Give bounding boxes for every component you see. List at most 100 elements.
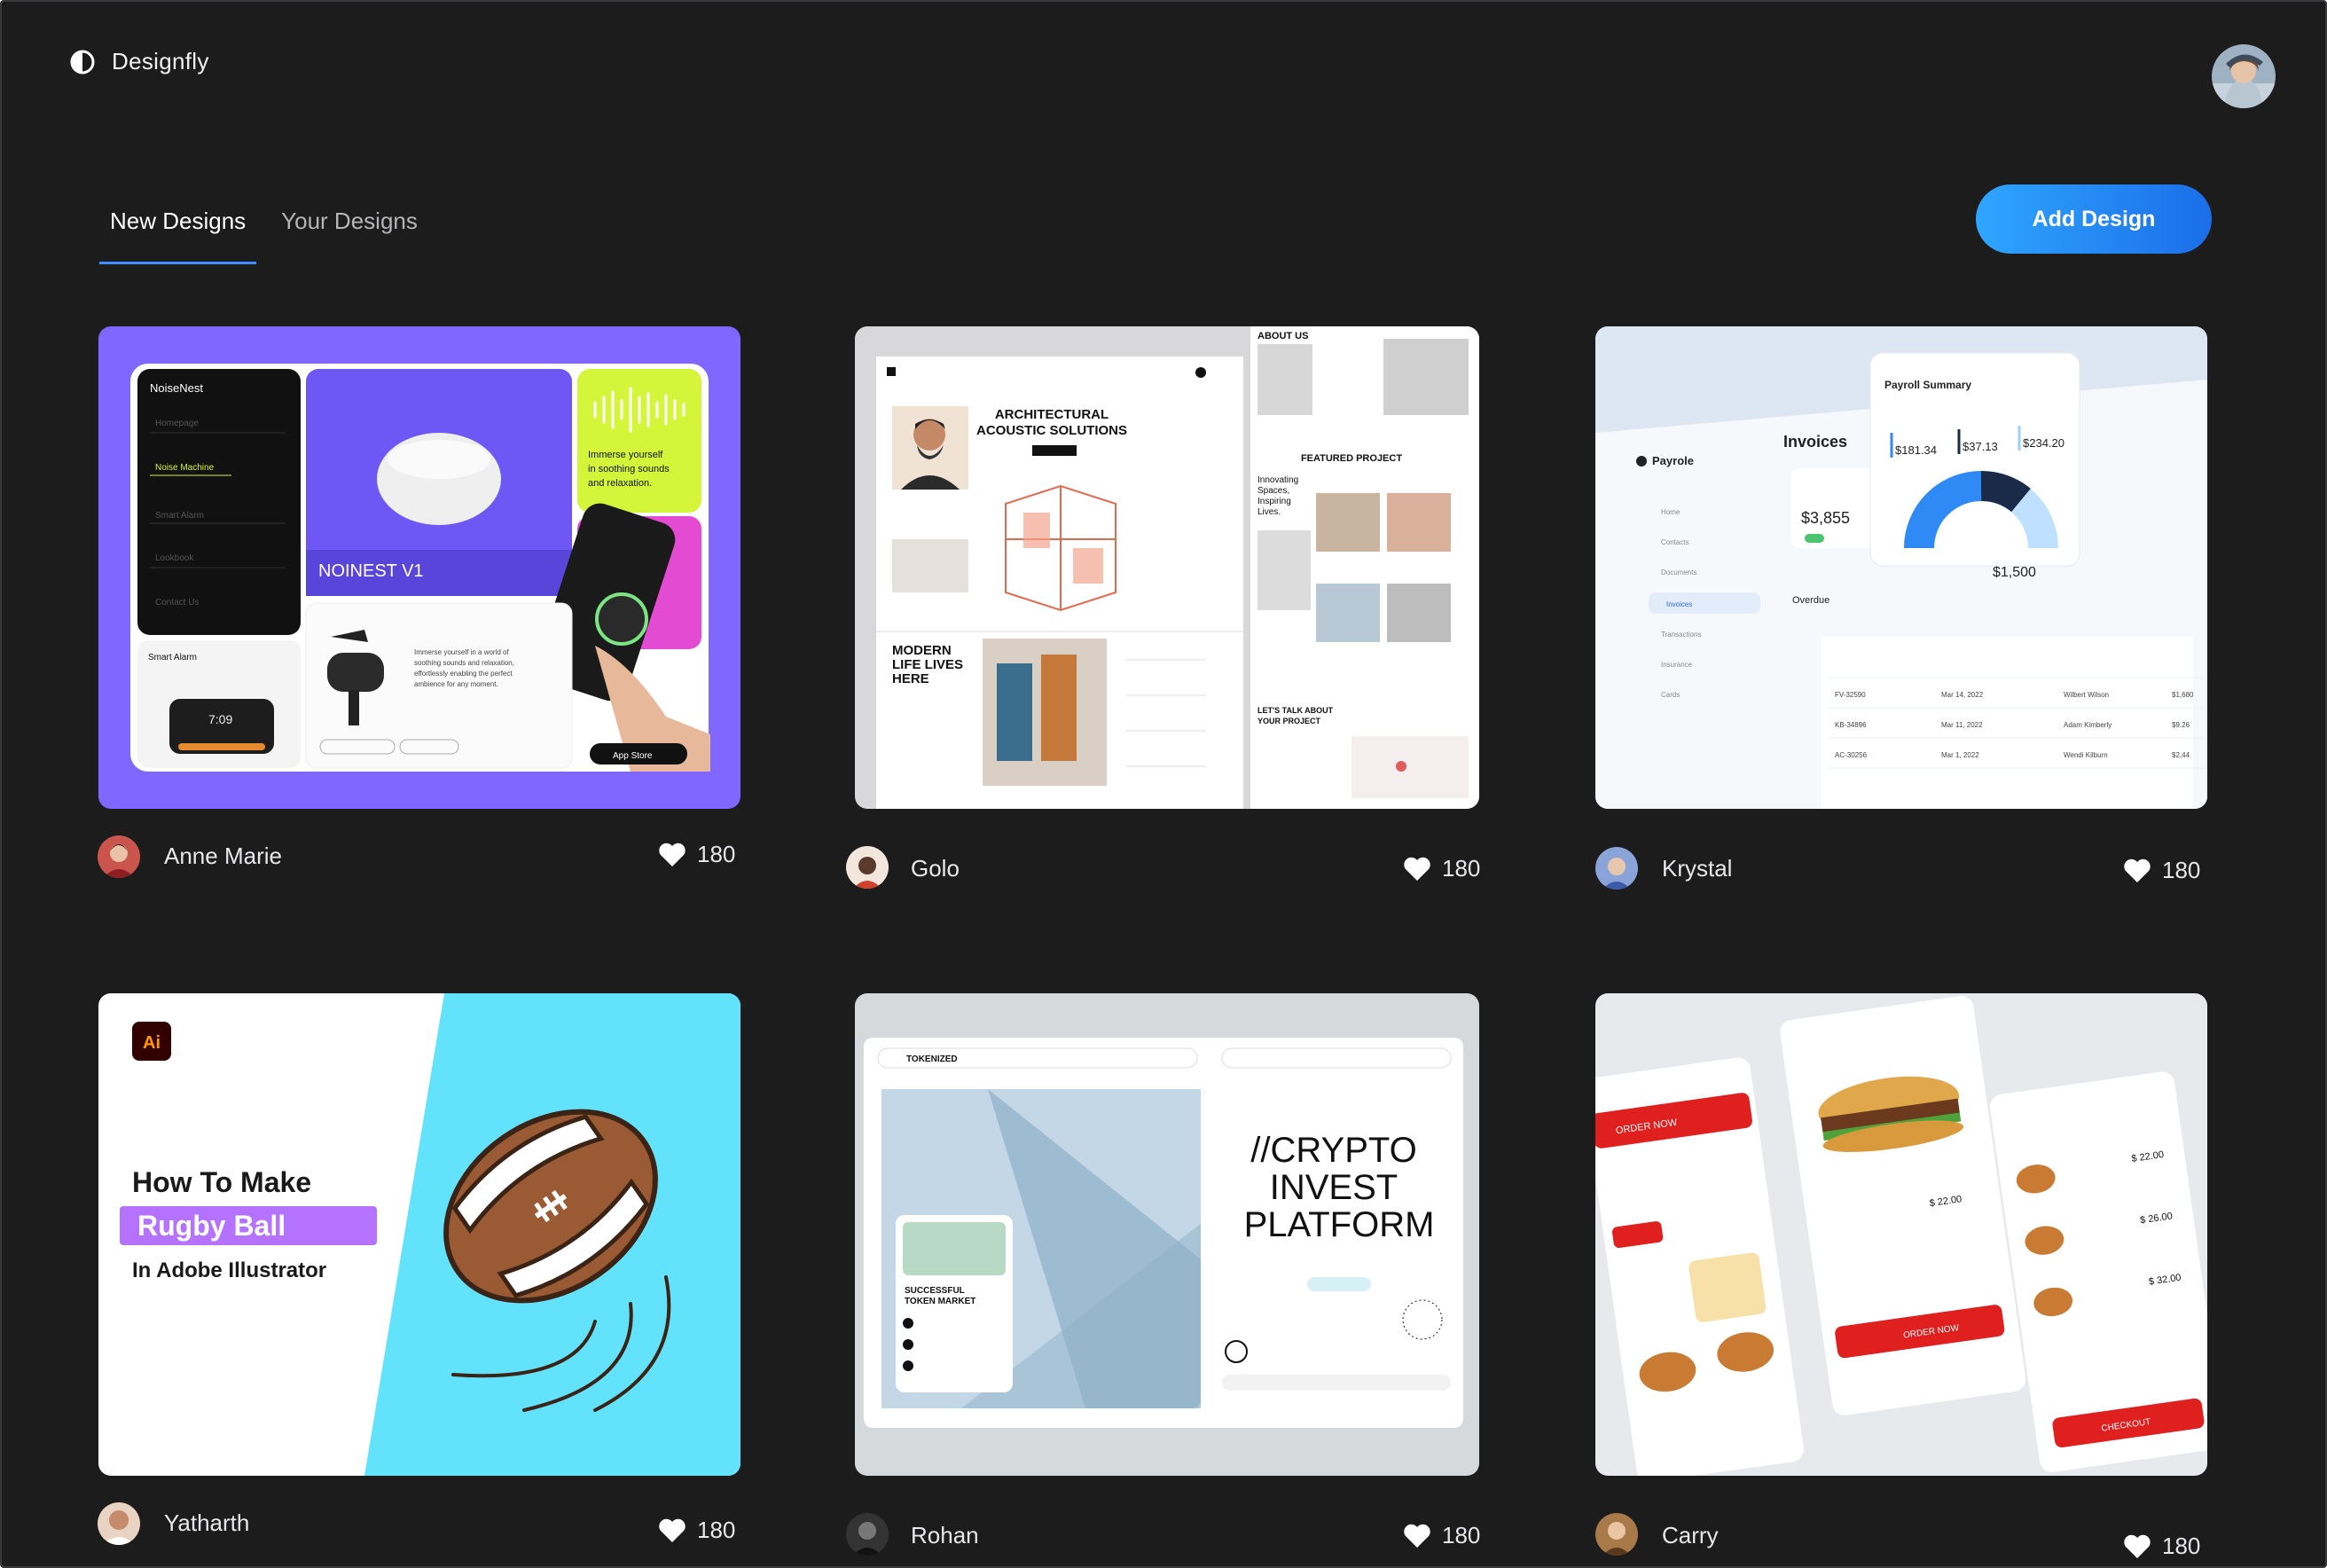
like-count: 180 bbox=[1442, 855, 1481, 882]
svg-text:PLATFORM: PLATFORM bbox=[1244, 1205, 1435, 1244]
app-name: Designfly bbox=[112, 48, 209, 74]
svg-text:YOUR PROJECT: YOUR PROJECT bbox=[1258, 717, 1321, 725]
like-button[interactable]: 180 bbox=[2123, 857, 2200, 884]
svg-text:$181.34: $181.34 bbox=[1895, 443, 1937, 457]
svg-text:ACOUSTIC SOLUTIONS: ACOUSTIC SOLUTIONS bbox=[976, 423, 1127, 438]
brand-text: NoiseNest bbox=[150, 381, 203, 395]
brand[interactable]: Designfly bbox=[69, 48, 209, 75]
svg-text:ambience for any moment.: ambience for any moment. bbox=[414, 680, 498, 688]
svg-text:Contacts: Contacts bbox=[1661, 538, 1689, 546]
svg-text:Wendi Kilburn: Wendi Kilburn bbox=[2064, 751, 2108, 759]
author-name[interactable]: Yatharth bbox=[164, 1509, 249, 1537]
svg-text:ARCHITECTURAL: ARCHITECTURAL bbox=[995, 407, 1109, 422]
like-button[interactable]: 180 bbox=[1403, 1522, 1480, 1549]
svg-text:$9.26: $9.26 bbox=[2172, 721, 2190, 729]
heart-icon bbox=[2124, 858, 2151, 882]
design-thumbnail[interactable]: ORDER NOW ORDER NOW $ 22.00 $ 22.00 $ 26… bbox=[1595, 993, 2207, 1476]
svg-text:$3,855: $3,855 bbox=[1801, 509, 1850, 527]
svg-text:LIFE LIVES: LIFE LIVES bbox=[892, 657, 963, 672]
like-button[interactable]: 180 bbox=[2123, 1533, 2200, 1560]
svg-text:Contact Us: Contact Us bbox=[155, 598, 199, 608]
svg-text:and relaxation.: and relaxation. bbox=[588, 478, 652, 489]
svg-text:NOINEST V1: NOINEST V1 bbox=[318, 561, 424, 581]
svg-text:Wilbert Wilson: Wilbert Wilson bbox=[2064, 691, 2109, 699]
design-tabs: New Designs Your Designs bbox=[99, 208, 428, 264]
heart-icon bbox=[1404, 857, 1430, 881]
svg-text:Lives.: Lives. bbox=[1258, 507, 1281, 517]
like-count: 180 bbox=[2162, 857, 2201, 883]
like-count: 180 bbox=[2162, 1533, 2201, 1559]
app-window: Designfly New Designs Your Designs Add D… bbox=[0, 0, 2327, 1568]
author-avatar[interactable] bbox=[846, 846, 889, 889]
svg-text:Mar 11, 2022: Mar 11, 2022 bbox=[1941, 721, 1983, 729]
svg-text:Smart Alarm: Smart Alarm bbox=[155, 511, 204, 521]
author-avatar[interactable] bbox=[1595, 1513, 1638, 1556]
svg-text:KB-34896: KB-34896 bbox=[1835, 721, 1867, 729]
design-thumbnail[interactable]: ARCHITECTURAL ACOUSTIC SOLUTIONS MODERN … bbox=[855, 326, 1479, 809]
svg-text:MODERN: MODERN bbox=[892, 643, 952, 658]
author-avatar[interactable] bbox=[98, 835, 140, 878]
heart-icon bbox=[659, 1518, 686, 1542]
svg-text:$234.20: $234.20 bbox=[2023, 436, 2065, 450]
svg-text:Spaces,: Spaces, bbox=[1258, 486, 1289, 496]
design-thumbnail[interactable]: Payrole Home Contacts Documents Transact… bbox=[1595, 326, 2207, 809]
user-avatar[interactable] bbox=[2212, 44, 2276, 108]
heart-icon bbox=[2124, 1534, 2151, 1558]
svg-text:Payrole: Payrole bbox=[1652, 454, 1694, 467]
like-count: 180 bbox=[697, 1517, 736, 1543]
author-name[interactable]: Anne Marie bbox=[164, 843, 282, 870]
svg-text:TOKENIZED: TOKENIZED bbox=[906, 1054, 958, 1064]
like-button[interactable]: 180 bbox=[1403, 855, 1480, 882]
svg-text:FV-32590: FV-32590 bbox=[1835, 691, 1866, 699]
author-name[interactable]: Krystal bbox=[1662, 855, 1732, 882]
svg-text:Invoices: Invoices bbox=[1783, 433, 1847, 451]
svg-text:Home: Home bbox=[1661, 508, 1681, 516]
svg-text://CRYPTO: //CRYPTO bbox=[1250, 1131, 1416, 1170]
svg-text:FEATURED PROJECT: FEATURED PROJECT bbox=[1301, 453, 1402, 464]
like-count: 180 bbox=[697, 841, 736, 867]
svg-text:LET'S TALK ABOUT: LET'S TALK ABOUT bbox=[1258, 706, 1334, 715]
svg-text:effortlessly enabling the perf: effortlessly enabling the perfect bbox=[414, 670, 513, 678]
svg-text:Invoices: Invoices bbox=[1666, 600, 1692, 608]
svg-text:In Adobe Illustrator: In Adobe Illustrator bbox=[132, 1258, 326, 1282]
svg-text:Transactions: Transactions bbox=[1661, 631, 1702, 639]
svg-text:Inspiring: Inspiring bbox=[1258, 497, 1291, 506]
svg-text:AC-30256: AC-30256 bbox=[1835, 751, 1868, 759]
svg-text:Mar 14, 2022: Mar 14, 2022 bbox=[1941, 691, 1984, 699]
svg-text:Homepage: Homepage bbox=[155, 419, 199, 428]
svg-text:How To Make: How To Make bbox=[132, 1166, 311, 1198]
svg-text:TOKEN MARKET: TOKEN MARKET bbox=[905, 1297, 975, 1306]
add-design-button[interactable]: Add Design bbox=[1976, 184, 2212, 254]
svg-text:Immerse yourself: Immerse yourself bbox=[588, 450, 663, 460]
svg-text:soothing sounds and relaxation: soothing sounds and relaxation, bbox=[414, 659, 514, 667]
author-avatar[interactable] bbox=[98, 1502, 140, 1545]
author-avatar[interactable] bbox=[1595, 847, 1638, 890]
svg-text:Overdue: Overdue bbox=[1792, 595, 1829, 606]
design-thumbnail[interactable]: Ai How To Make Rugby Ball In Adobe Illus… bbox=[98, 993, 740, 1476]
svg-text:App Store: App Store bbox=[613, 751, 653, 761]
svg-text:Insurance: Insurance bbox=[1661, 661, 1693, 669]
tab-your-designs[interactable]: Your Designs bbox=[270, 208, 428, 264]
design-thumbnail[interactable]: TOKENIZED SUCCESSFUL TOKEN MARKET //CRYP… bbox=[855, 993, 1479, 1476]
like-button[interactable]: 180 bbox=[658, 841, 735, 868]
svg-text:Lookbook: Lookbook bbox=[155, 553, 194, 563]
tab-new-designs[interactable]: New Designs bbox=[99, 208, 257, 264]
svg-text:$1,680: $1,680 bbox=[2172, 691, 2194, 699]
author-name[interactable]: Rohan bbox=[911, 1522, 979, 1549]
author-name[interactable]: Carry bbox=[1662, 1522, 1719, 1549]
heart-icon bbox=[1404, 1524, 1430, 1548]
svg-text:$1,500: $1,500 bbox=[1993, 565, 2036, 580]
svg-text:Mar 1, 2022: Mar 1, 2022 bbox=[1941, 751, 1979, 759]
svg-text:$37.13: $37.13 bbox=[1963, 440, 1998, 453]
like-button[interactable]: 180 bbox=[658, 1517, 735, 1544]
svg-text:Immerse yourself in a world of: Immerse yourself in a world of bbox=[414, 648, 509, 656]
svg-text:Adam Kimberly: Adam Kimberly bbox=[2064, 721, 2112, 729]
svg-text:SUCCESSFUL: SUCCESSFUL bbox=[905, 1286, 965, 1296]
author-avatar[interactable] bbox=[846, 1513, 889, 1556]
svg-text:$2,44: $2,44 bbox=[2172, 751, 2190, 759]
svg-text:Smart Alarm: Smart Alarm bbox=[148, 653, 197, 662]
author-name[interactable]: Golo bbox=[911, 855, 960, 882]
svg-text:Documents: Documents bbox=[1661, 568, 1696, 576]
design-thumbnail[interactable]: NoiseNest Homepage Noise Machine Smart A… bbox=[98, 326, 740, 809]
svg-text:INVEST: INVEST bbox=[1270, 1168, 1398, 1207]
